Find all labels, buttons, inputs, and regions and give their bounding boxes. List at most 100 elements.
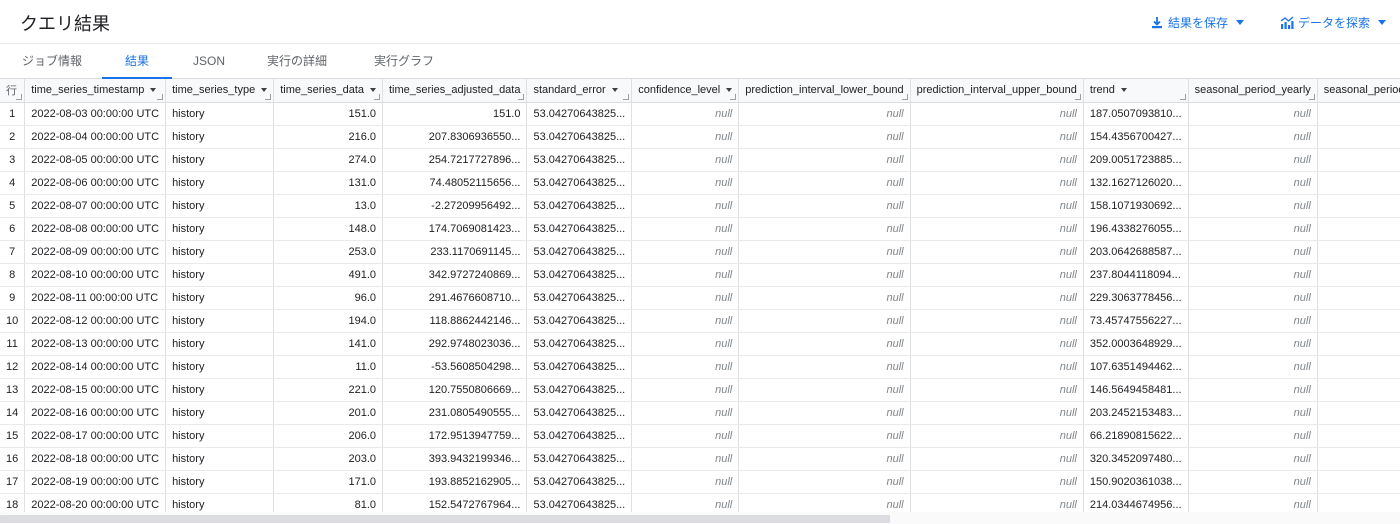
table-cell[interactable]: 207.8306936550...	[382, 125, 528, 149]
table-cell[interactable]: 2022-08-15 00:00:00 UTC	[24, 378, 167, 402]
table-cell[interactable]: 53.04270643825...	[526, 309, 633, 333]
table-cell[interactable]	[1317, 332, 1400, 356]
table-cell[interactable]: 53.04270643825...	[526, 401, 633, 425]
tab-execution-details[interactable]: 実行の詳細	[252, 44, 342, 78]
table-cell[interactable]: null	[1188, 470, 1318, 494]
table-cell[interactable]: -53.5608504298...	[382, 355, 528, 379]
table-row[interactable]: 15 2022-08-17 00:00:00 UTC history 206.0 172…	[0, 424, 1400, 448]
table-cell[interactable]: 233.1170691145...	[382, 240, 528, 264]
table-cell[interactable]: null	[1188, 102, 1318, 126]
table-cell[interactable]: 120.7550806669...	[382, 378, 528, 402]
table-cell[interactable]: null	[1188, 309, 1318, 333]
table-cell[interactable]: 81.0	[273, 493, 383, 512]
table-cell[interactable]	[1317, 355, 1400, 379]
table-cell[interactable]	[1317, 401, 1400, 425]
sort-arrow-icon[interactable]	[1120, 88, 1127, 93]
table-cell[interactable]: 187.0507093810...	[1083, 102, 1189, 126]
table-cell[interactable]: null	[910, 332, 1084, 356]
table-cell[interactable]: history	[165, 401, 275, 425]
table-cell[interactable]	[1317, 424, 1400, 448]
table-row[interactable]: 2 2022-08-04 00:00:00 UTC history 216.0 207.…	[0, 125, 1400, 149]
table-cell[interactable]: null	[910, 125, 1084, 149]
table-cell[interactable]: 74.48052115656...	[382, 171, 528, 195]
table-cell[interactable]: 342.9727240869...	[382, 263, 528, 287]
table-cell[interactable]: 201.0	[273, 401, 383, 425]
table-cell[interactable]: null	[1188, 194, 1318, 218]
table-cell[interactable]: 53.04270643825...	[526, 470, 633, 494]
table-cell[interactable]: 203.0642688587...	[1083, 240, 1189, 264]
table-cell[interactable]: null	[631, 217, 740, 241]
table-cell[interactable]: null	[738, 286, 911, 310]
table-cell[interactable]: null	[631, 263, 740, 287]
table-cell[interactable]: null	[910, 309, 1084, 333]
table-cell[interactable]: null	[738, 355, 911, 379]
scrollbar-thumb[interactable]	[0, 515, 890, 523]
table-cell[interactable]: history	[165, 447, 275, 471]
table-cell[interactable]: null	[738, 263, 911, 287]
tab-json[interactable]: JSON	[180, 44, 238, 78]
table-row[interactable]: 5 2022-08-07 00:00:00 UTC history 13.0 -2.27…	[0, 194, 1400, 218]
table-cell[interactable]: history	[165, 309, 275, 333]
table-cell[interactable]: null	[631, 194, 740, 218]
column-header[interactable]: confidence_level	[631, 79, 740, 103]
table-cell[interactable]: 141.0	[273, 332, 383, 356]
table-row[interactable]: 7 2022-08-09 00:00:00 UTC history 253.0 233.…	[0, 240, 1400, 264]
table-cell[interactable]: null	[1188, 263, 1318, 287]
table-cell[interactable]	[1317, 148, 1400, 172]
table-cell[interactable]: null	[631, 424, 740, 448]
column-header[interactable]: seasonal_period_quarterly	[1317, 79, 1400, 103]
table-cell[interactable]: null	[1188, 493, 1318, 512]
tab-execution-graph[interactable]: 実行グラフ	[356, 44, 452, 78]
table-cell[interactable]: null	[738, 378, 911, 402]
table-cell[interactable]: 96.0	[273, 286, 383, 310]
table-row[interactable]: 1 2022-08-03 00:00:00 UTC history 151.0 151.…	[0, 102, 1400, 126]
table-cell[interactable]: 291.4676608710...	[382, 286, 528, 310]
table-cell[interactable]: 2022-08-11 00:00:00 UTC	[24, 286, 167, 310]
table-cell[interactable]: 53.04270643825...	[526, 263, 633, 287]
table-cell[interactable]: 53.04270643825...	[526, 102, 633, 126]
table-cell[interactable]: 11.0	[273, 355, 383, 379]
table-cell[interactable]: null	[631, 447, 740, 471]
table-cell[interactable]: null	[910, 263, 1084, 287]
table-cell[interactable]: 2022-08-17 00:00:00 UTC	[24, 424, 167, 448]
table-cell[interactable]: null	[910, 217, 1084, 241]
table-cell[interactable]: history	[165, 286, 275, 310]
table-cell[interactable]: history	[165, 263, 275, 287]
table-cell[interactable]: null	[738, 125, 911, 149]
table-cell[interactable]: history	[165, 355, 275, 379]
table-cell[interactable]: 151.0	[382, 102, 528, 126]
column-header[interactable]: standard_error	[526, 79, 633, 103]
table-row[interactable]: 17 2022-08-19 00:00:00 UTC history 171.0 193…	[0, 470, 1400, 494]
table-cell[interactable]: null	[631, 240, 740, 264]
table-cell[interactable]: 320.3452097480...	[1083, 447, 1189, 471]
table-cell[interactable]: null	[738, 194, 911, 218]
table-cell[interactable]: null	[910, 470, 1084, 494]
table-cell[interactable]: 237.8044118094...	[1083, 263, 1189, 287]
table-cell[interactable]: null	[631, 125, 740, 149]
table-cell[interactable]: null	[1188, 355, 1318, 379]
table-cell[interactable]: null	[738, 401, 911, 425]
table-cell[interactable]: history	[165, 217, 275, 241]
table-cell[interactable]: null	[1188, 148, 1318, 172]
table-cell[interactable]: 209.0051723885...	[1083, 148, 1189, 172]
table-cell[interactable]: history	[165, 194, 275, 218]
table-cell[interactable]: 73.45747556227...	[1083, 309, 1189, 333]
table-row[interactable]: 8 2022-08-10 00:00:00 UTC history 491.0 342.…	[0, 263, 1400, 287]
table-cell[interactable]: 491.0	[273, 263, 383, 287]
tab-job-info[interactable]: ジョブ情報	[8, 44, 96, 78]
column-header[interactable]: time_series_adjusted_data	[382, 79, 528, 103]
table-cell[interactable]	[1317, 263, 1400, 287]
table-cell[interactable]: null	[1188, 401, 1318, 425]
table-cell[interactable]: 66.21890815622...	[1083, 424, 1189, 448]
table-cell[interactable]: null	[738, 217, 911, 241]
table-cell[interactable]: 146.5649458481...	[1083, 378, 1189, 402]
table-cell[interactable]: 2022-08-06 00:00:00 UTC	[24, 171, 167, 195]
table-cell[interactable]: 203.2452153483...	[1083, 401, 1189, 425]
table-cell[interactable]: history	[165, 148, 275, 172]
table-cell[interactable]: 2022-08-20 00:00:00 UTC	[24, 493, 167, 512]
table-cell[interactable]: null	[910, 378, 1084, 402]
table-cell[interactable]: null	[631, 148, 740, 172]
table-cell[interactable]: 53.04270643825...	[526, 240, 633, 264]
table-cell[interactable]: 2022-08-12 00:00:00 UTC	[24, 309, 167, 333]
sort-arrow-icon[interactable]	[150, 88, 157, 93]
